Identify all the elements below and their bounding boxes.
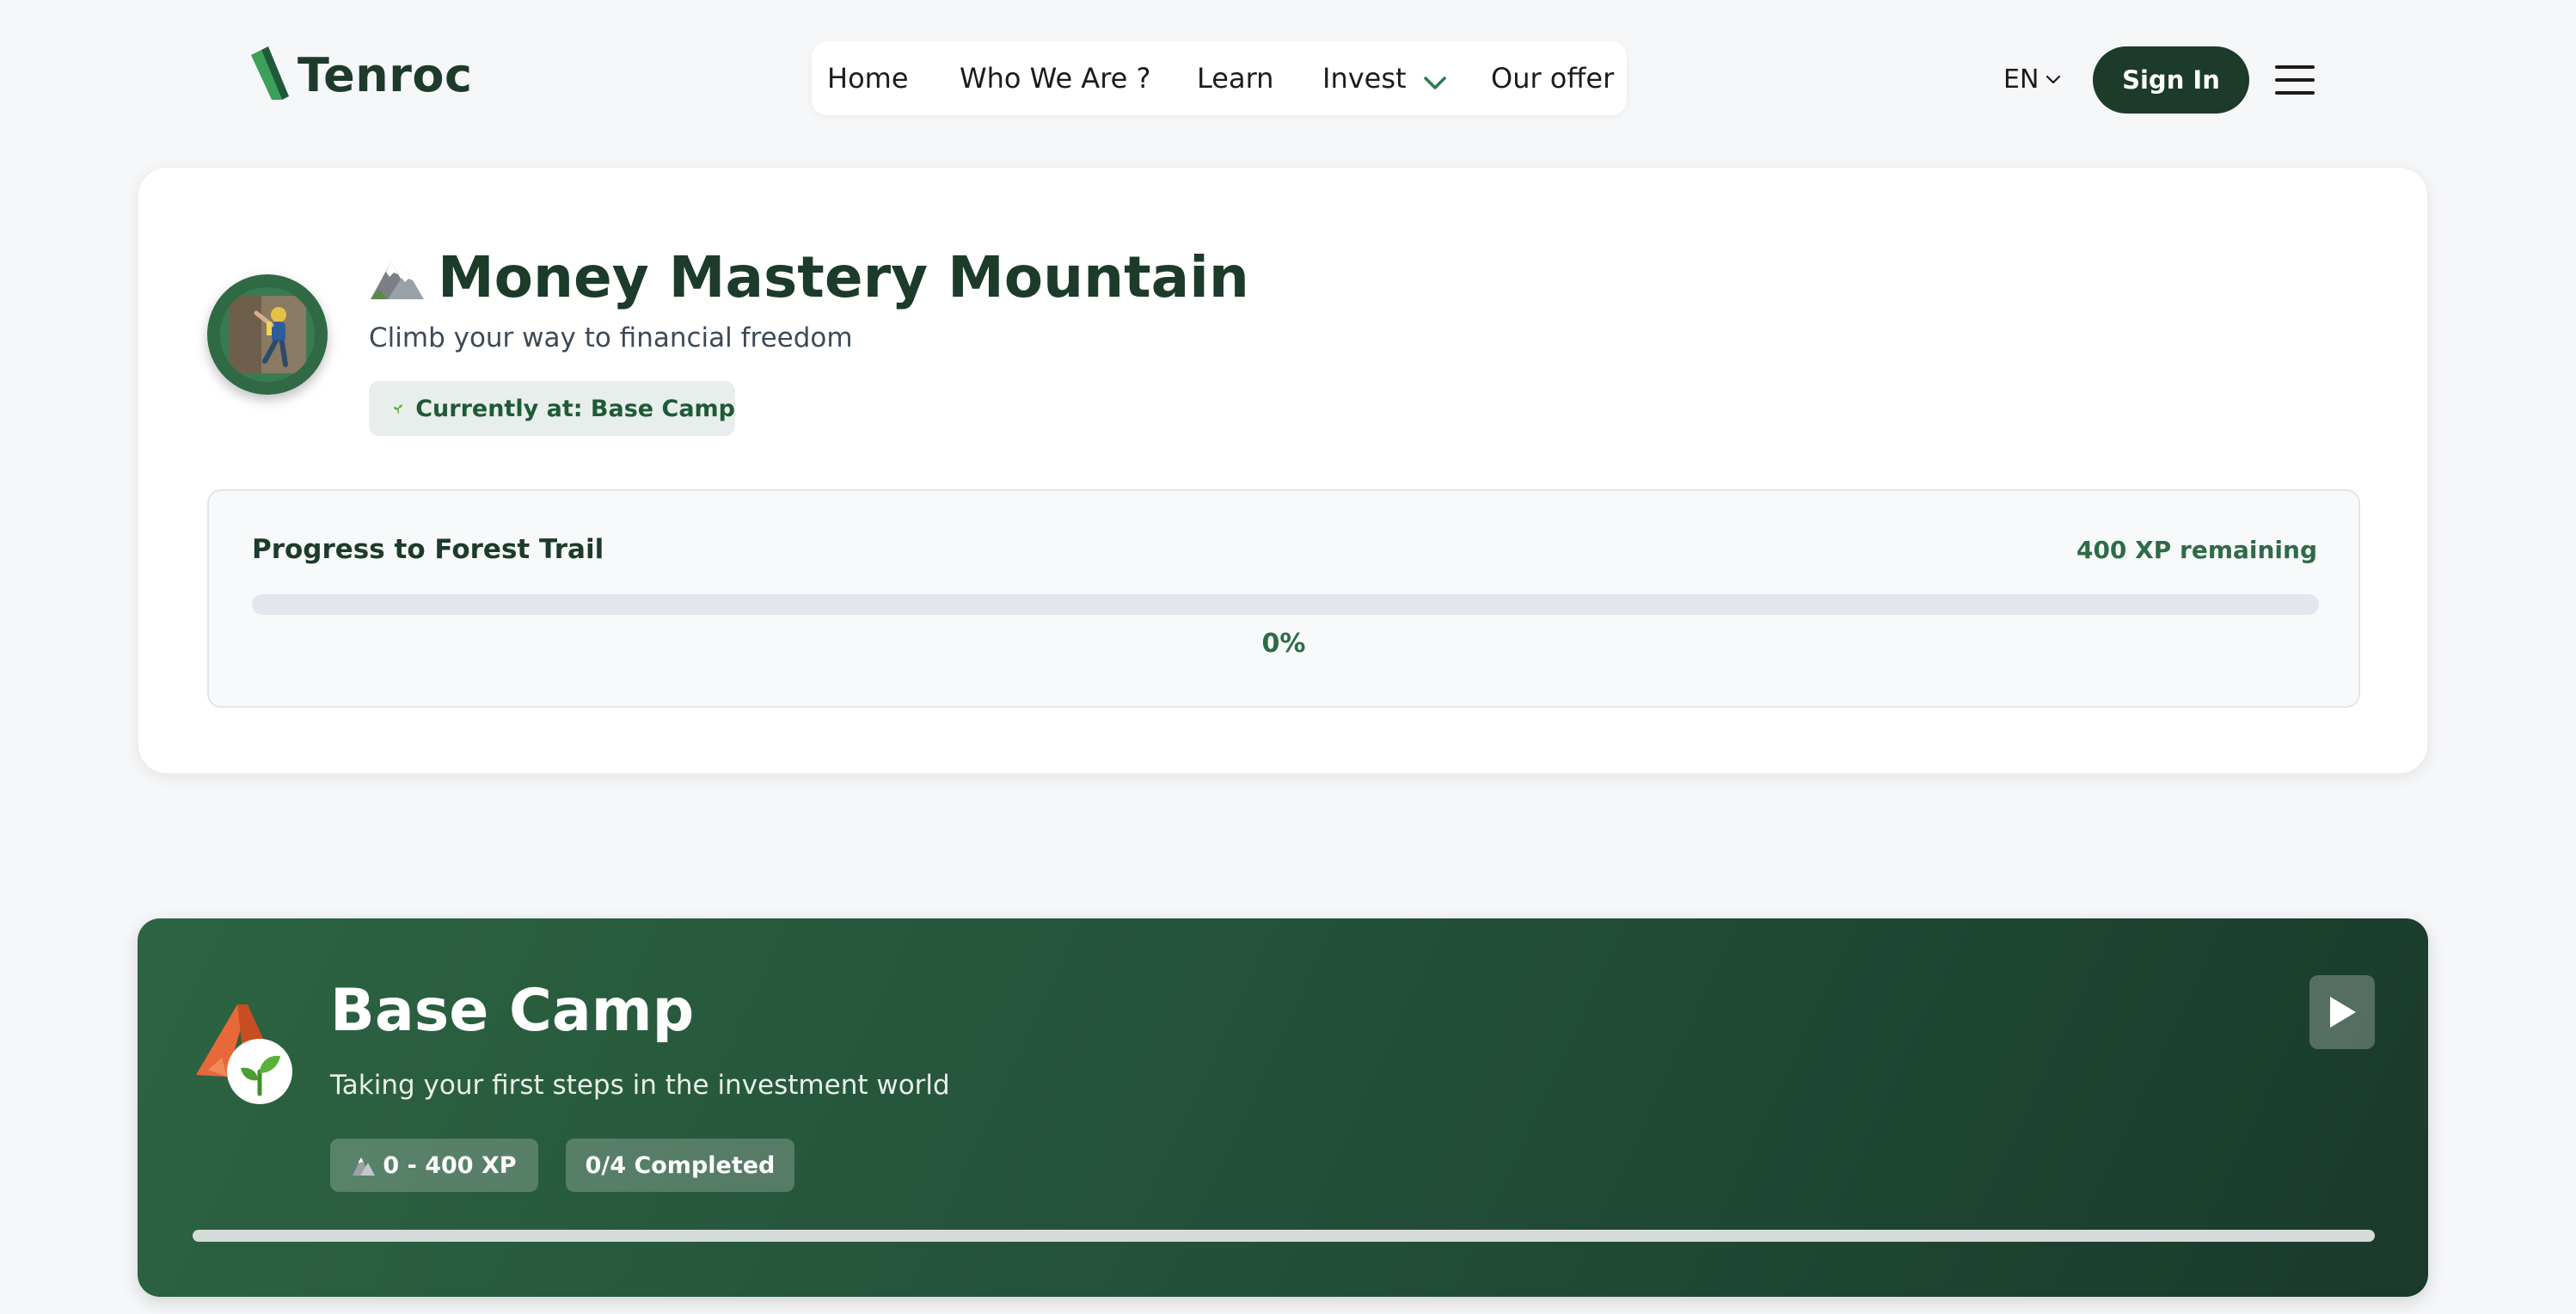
stage-description: Taking your first steps in the investmen… bbox=[330, 1070, 950, 1101]
xp-range-label: 0 - 400 XP bbox=[383, 1151, 517, 1179]
progress-label: Progress to Forest Trail bbox=[252, 534, 604, 565]
chevron-down-icon bbox=[1423, 77, 1446, 89]
journey-title-row: Money Mastery Mountain bbox=[369, 238, 1249, 316]
journey-subtitle: Climb your way to financial freedom bbox=[369, 322, 853, 353]
status-badge: Currently at: Base Camp bbox=[369, 381, 735, 436]
nav-invest[interactable]: Invest bbox=[1322, 41, 1448, 115]
language-selector[interactable]: EN bbox=[2003, 60, 2061, 98]
play-icon bbox=[2330, 997, 2356, 1028]
language-label: EN bbox=[2003, 64, 2039, 95]
stage-progress-bar bbox=[193, 1230, 2375, 1242]
nav-our-offer[interactable]: Our offer bbox=[1491, 41, 1614, 115]
tenroc-logo-icon bbox=[251, 46, 289, 100]
nav-home[interactable]: Home bbox=[827, 41, 909, 115]
logo[interactable]: Tenroc bbox=[249, 46, 472, 103]
nav-learn[interactable]: Learn bbox=[1197, 41, 1273, 115]
progress-bar bbox=[252, 594, 2319, 615]
stage-card-base-camp[interactable]: Base Camp Taking your first steps in the… bbox=[138, 918, 2428, 1297]
chevron-down-icon bbox=[2046, 75, 2061, 84]
site-header: Tenroc Home Who We Are ? Learn Invest Ou… bbox=[0, 0, 2576, 158]
mountain-icon bbox=[353, 1157, 376, 1176]
progress-panel: Progress to Forest Trail 400 XP remainin… bbox=[207, 489, 2360, 708]
xp-remaining: 400 XP remaining bbox=[2076, 536, 2317, 564]
mountain-icon bbox=[371, 261, 424, 299]
journey-card: Money Mastery Mountain Climb your way to… bbox=[138, 167, 2428, 774]
tent-sprout-icon bbox=[196, 1004, 292, 1104]
hamburger-icon[interactable] bbox=[2275, 65, 2315, 95]
logo-text: Tenroc bbox=[297, 47, 473, 102]
progress-percent: 0% bbox=[1261, 629, 1306, 659]
status-badge-label: Currently at: Base Camp bbox=[415, 395, 735, 422]
page-title: Money Mastery Mountain bbox=[438, 243, 1249, 310]
sprout-icon bbox=[393, 404, 403, 414]
completed-label: 0/4 Completed bbox=[585, 1151, 776, 1179]
stage-title: Base Camp bbox=[330, 977, 695, 1045]
climber-icon bbox=[229, 296, 306, 373]
play-button[interactable] bbox=[2309, 975, 2375, 1049]
completed-badge: 0/4 Completed bbox=[566, 1139, 794, 1192]
nav-invest-label: Invest bbox=[1322, 62, 1407, 95]
sign-in-button[interactable]: Sign In bbox=[2093, 46, 2249, 114]
xp-range-badge: 0 - 400 XP bbox=[330, 1139, 538, 1192]
main-nav: Home Who We Are ? Learn Invest Our offer bbox=[812, 41, 1627, 115]
climber-avatar bbox=[207, 274, 328, 395]
nav-who-we-are[interactable]: Who We Are ? bbox=[960, 41, 1150, 115]
